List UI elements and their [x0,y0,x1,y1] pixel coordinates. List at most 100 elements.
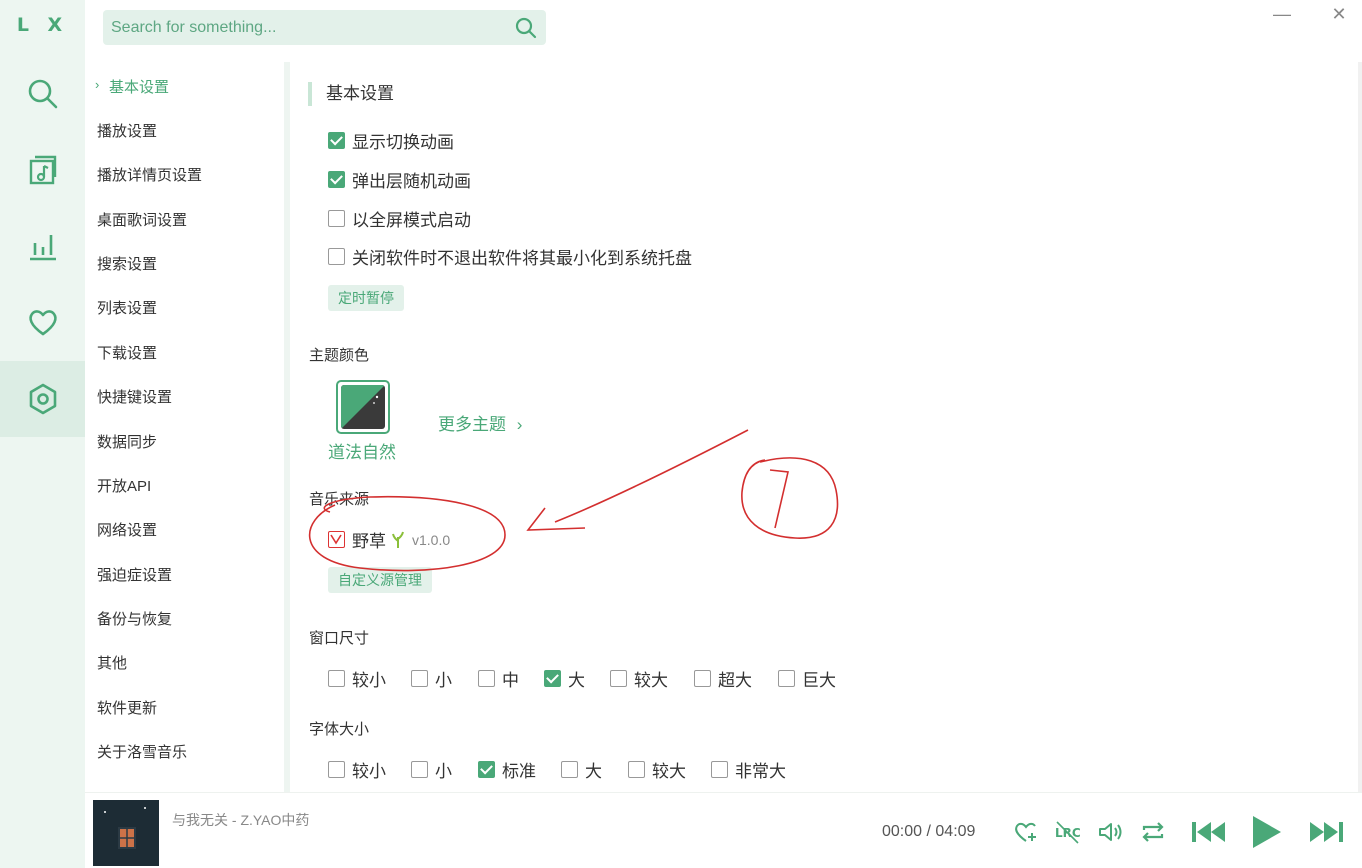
left-rail: L X [0,0,85,868]
option-fullscreen-start[interactable]: 以全屏模式启动 [328,206,471,231]
timer-pause-button[interactable]: 定时暂停 [328,285,404,311]
checkbox[interactable] [544,670,561,687]
checkbox[interactable] [328,171,345,188]
font-size-option[interactable]: 较小 [328,757,386,782]
option-label: 大 [585,762,602,781]
checkbox[interactable] [328,132,345,149]
settings-content: 基本设置 显示切换动画 弹出层随机动画 以全屏模式启动 关闭软件时不退出软件将其… [290,62,1362,792]
content-scrollbar[interactable] [1358,62,1362,792]
previous-track-icon[interactable] [1190,817,1228,847]
window-size-option[interactable]: 小 [411,666,452,691]
window-size-option[interactable]: 超大 [694,666,752,691]
window-size-option[interactable]: 中 [478,666,519,691]
checkbox[interactable] [328,210,345,227]
song-title: 与我无关 - Z.YAO中药 [172,812,310,828]
checkbox[interactable] [628,761,645,778]
option-label: 关闭软件时不退出软件将其最小化到系统托盘 [352,249,692,268]
font-size-option[interactable]: 小 [411,757,452,782]
search-input[interactable] [103,10,503,45]
nav-item-backup[interactable]: 备份与恢复 [97,608,172,629]
nav-item-network[interactable]: 网络设置 [97,519,157,540]
window-size-option[interactable]: 大 [544,666,585,691]
nav-item-basic[interactable]: › 基本设置 [95,76,169,97]
album-cover[interactable] [93,800,159,866]
rail-search-button[interactable] [0,56,85,132]
settings-icon [29,383,56,415]
option-popup-animation[interactable]: 弹出层随机动画 [328,167,471,192]
nav-item-list[interactable]: 列表设置 [97,297,157,318]
font-size-option[interactable]: 标准 [478,757,536,782]
option-show-animation[interactable]: 显示切换动画 [328,128,454,153]
checkbox[interactable] [561,761,578,778]
font-size-option[interactable]: 大 [561,757,602,782]
chevron-right-icon: › [95,77,100,92]
nav-item-search[interactable]: 搜索设置 [97,253,157,274]
checkbox[interactable] [610,670,627,687]
custom-source-button[interactable]: 自定义源管理 [328,567,432,593]
checkbox[interactable] [328,761,345,778]
checkbox[interactable] [411,670,428,687]
chart-icon [29,235,56,261]
nav-item-download[interactable]: 下载设置 [97,342,157,363]
option-label: 小 [435,671,452,690]
more-themes-link[interactable]: 更多主题 › [438,410,522,435]
window-size-option[interactable]: 巨大 [778,666,836,691]
window-size-option[interactable]: 较大 [610,666,668,691]
close-button[interactable]: ✕ [1327,2,1351,26]
option-label: 较小 [352,762,386,781]
checkbox[interactable] [778,670,795,687]
play-icon[interactable] [1249,814,1283,850]
theme-swatch[interactable] [336,380,390,434]
rail-settings-button[interactable] [0,361,85,437]
checkbox[interactable] [328,248,345,265]
rail-music-list-button[interactable] [0,132,85,208]
nav-item-about[interactable]: 关于洛雪音乐 [97,741,187,762]
checkbox[interactable] [711,761,728,778]
checkbox[interactable] [478,670,495,687]
source-option[interactable]: 野草 v1.0.0 [328,527,450,552]
nav-item-update[interactable]: 软件更新 [97,697,157,718]
album-art [93,800,159,866]
time-display: 00:00 / 04:09 [882,823,975,841]
player-bar: 与我无关 - Z.YAO中药 00:00 / 04:09 LRC [85,792,1362,868]
minimize-button[interactable]: — [1270,2,1294,26]
window-size-option[interactable]: 较小 [328,666,386,691]
more-themes-label: 更多主题 [438,415,506,434]
nav-item-hotkey[interactable]: 快捷键设置 [97,386,172,407]
theme-label: 主题颜色 [309,347,370,364]
option-label: 巨大 [802,671,836,690]
option-label: 弹出层随机动画 [352,172,471,191]
repeat-icon[interactable] [1139,818,1167,846]
nav-item-play-detail[interactable]: 播放详情页设置 [97,164,202,185]
checkbox[interactable] [328,531,345,548]
rail-favorites-button[interactable] [0,284,85,360]
next-track-icon[interactable] [1307,817,1345,847]
option-label: 显示切换动画 [352,133,454,152]
option-label: 较大 [652,762,686,781]
option-label: 以全屏模式启动 [352,211,471,230]
grass-icon [392,531,404,549]
volume-icon[interactable] [1096,818,1124,846]
lyric-icon[interactable]: LRC [1054,818,1082,846]
checkbox[interactable] [478,761,495,778]
nav-item-open-api[interactable]: 开放API [97,475,151,496]
option-label: 较大 [634,671,668,690]
rail-chart-button[interactable] [0,208,85,284]
checkbox[interactable] [411,761,428,778]
nav-item-desktop-lyric[interactable]: 桌面歌词设置 [97,209,187,230]
nav-item-playback[interactable]: 播放设置 [97,120,157,141]
section-title: 基本设置 [308,82,394,106]
source-label: 音乐来源 [309,491,370,508]
nav-item-ocd[interactable]: 强迫症设置 [97,564,172,585]
font-size-option[interactable]: 非常大 [711,757,786,782]
heart-icon [28,310,57,336]
font-size-option[interactable]: 较大 [628,757,686,782]
search-icon[interactable] [514,16,538,40]
settings-nav: › 基本设置 播放设置 播放详情页设置 桌面歌词设置 搜索设置 列表设置 下载设置… [85,62,285,792]
favorite-plus-icon[interactable] [1012,818,1040,846]
option-minimize-to-tray[interactable]: 关闭软件时不退出软件将其最小化到系统托盘 [328,244,692,269]
nav-item-sync[interactable]: 数据同步 [97,431,157,452]
checkbox[interactable] [694,670,711,687]
checkbox[interactable] [328,670,345,687]
nav-item-other[interactable]: 其他 [97,652,127,673]
